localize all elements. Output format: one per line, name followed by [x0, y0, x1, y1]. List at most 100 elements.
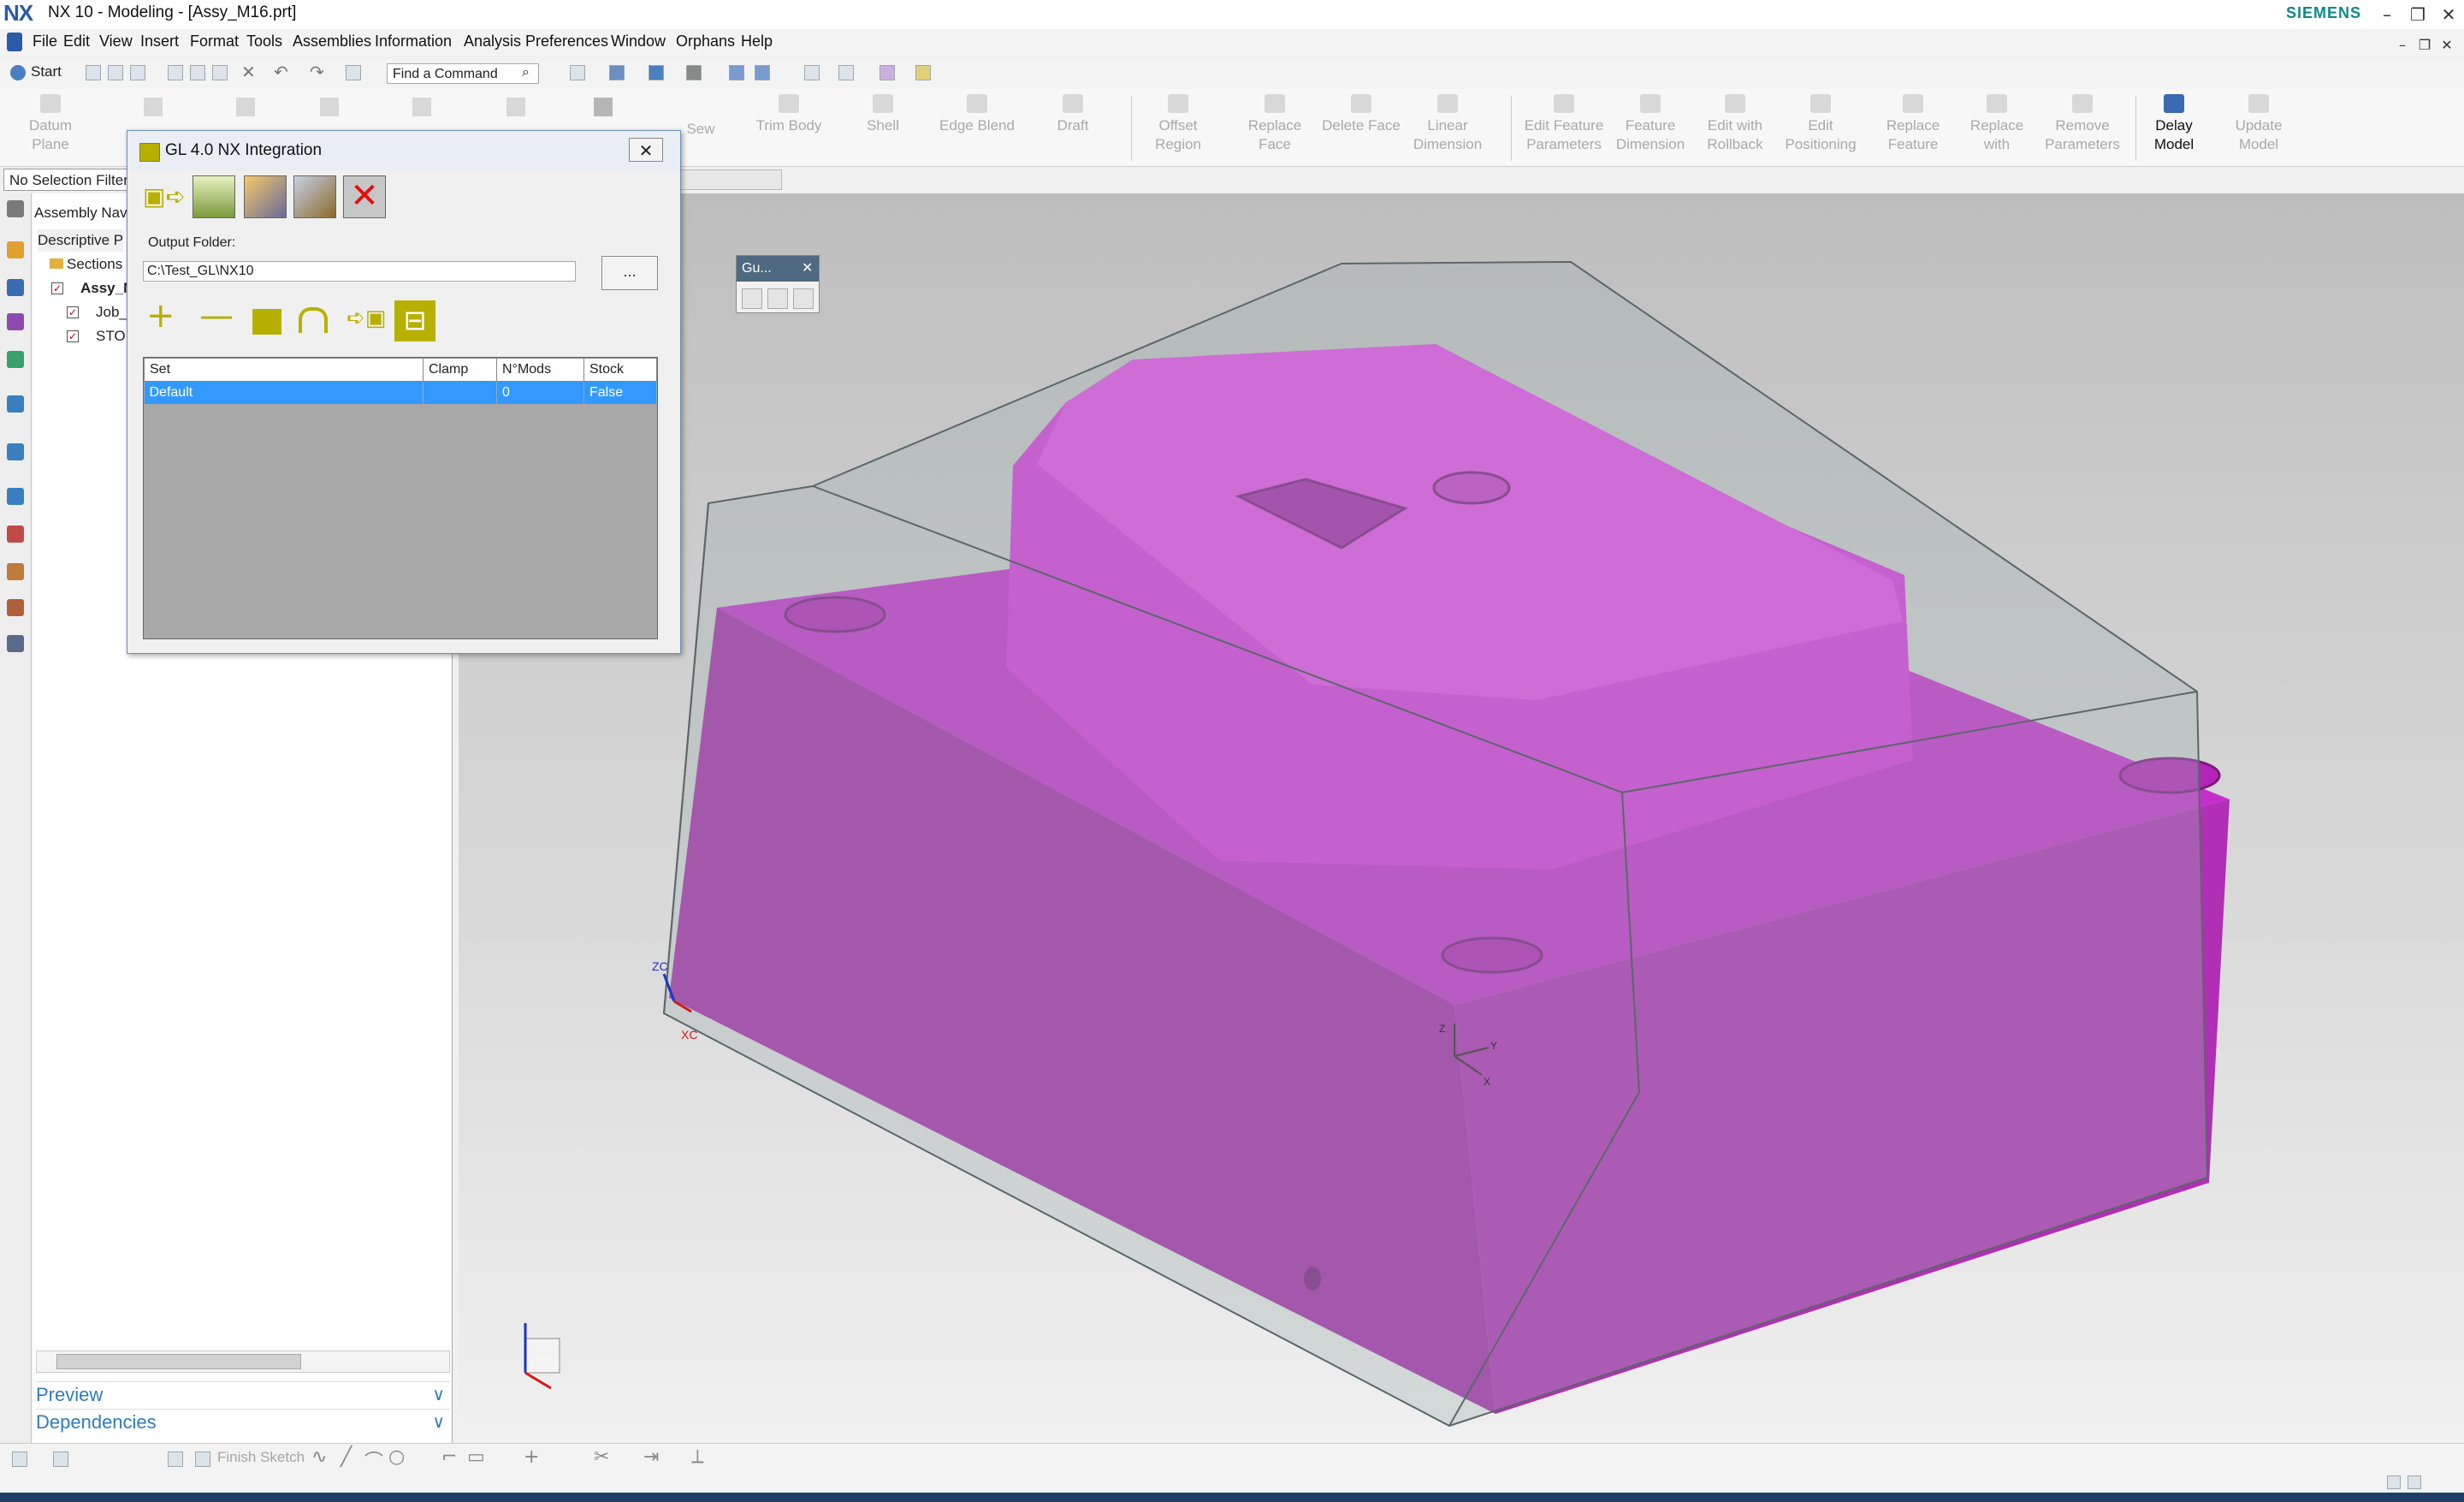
column-set[interactable]: Set — [144, 358, 424, 382]
tools-icon[interactable] — [244, 175, 287, 218]
background-icon[interactable] — [686, 65, 702, 80]
web-browser-icon[interactable] — [7, 395, 24, 413]
column-clamp[interactable]: Clamp — [423, 358, 497, 382]
layer-icon[interactable] — [915, 65, 931, 80]
database-icon[interactable] — [192, 175, 235, 218]
restore-button[interactable]: ❐ — [2402, 2, 2433, 27]
snap-point-icon[interactable] — [804, 65, 820, 80]
menu-orphans[interactable]: Orphans — [676, 33, 735, 50]
draft-button[interactable]: Draft — [1049, 92, 1097, 135]
render-style-icon[interactable] — [609, 65, 625, 80]
sew-button[interactable]: Sew — [681, 120, 720, 139]
menu-assemblies[interactable]: Assemblies — [293, 33, 371, 50]
preview-section[interactable]: Preview ∨ — [36, 1381, 450, 1408]
circle-icon[interactable]: ○ — [388, 1446, 405, 1468]
make-corner-icon[interactable]: ⟂ — [691, 1446, 704, 1468]
find-command-input[interactable]: Find a Command — [387, 63, 539, 84]
selection-filter-dropdown[interactable]: No Selection Filter — [3, 169, 130, 191]
doc-close-button[interactable]: ✕ — [2431, 33, 2462, 58]
start-button[interactable]: Start — [31, 63, 62, 80]
replace-with-button[interactable]: Replace with — [1963, 92, 2031, 154]
status-icon[interactable] — [2387, 1475, 2401, 1489]
part-navigator-icon[interactable] — [7, 313, 24, 330]
edit-positioning-button[interactable]: Edit Positioning — [1780, 92, 1862, 154]
rectangle-icon[interactable]: ▭ — [467, 1446, 485, 1468]
sketch-icon[interactable] — [12, 1452, 27, 1467]
browse-button[interactable]: ... — [601, 256, 658, 290]
search-icon[interactable]: ⌕ — [522, 63, 530, 80]
remove-parameters-button[interactable]: Remove Parameters — [2040, 92, 2125, 154]
menu-analysis[interactable]: Analysis — [464, 33, 521, 50]
cell-set[interactable]: Default — [144, 381, 424, 404]
edit-with-rollback-button[interactable]: Edit with Rollback — [1697, 92, 1773, 154]
navigator-row-job[interactable]: Job_ — [96, 301, 127, 324]
menu-insert[interactable]: Insert — [140, 33, 179, 50]
wcs-icon[interactable] — [880, 65, 895, 80]
checkbox-icon[interactable]: ✓ — [67, 330, 79, 342]
subtract-icon[interactable] — [412, 98, 431, 116]
show-hide-icon[interactable] — [755, 65, 770, 80]
finish-sketch-button[interactable]: Finish Sketch — [217, 1449, 305, 1466]
menu-information[interactable]: Information — [375, 33, 452, 50]
view-triad-cube[interactable] — [524, 1338, 560, 1374]
clock-icon[interactable] — [7, 488, 24, 505]
system-materials-icon[interactable] — [7, 525, 24, 543]
dependencies-section[interactable]: Dependencies ∨ — [36, 1409, 450, 1435]
stock-body[interactable] — [662, 260, 2209, 1428]
cell-mods[interactable]: 0 — [496, 381, 584, 404]
menu-view[interactable]: View — [99, 33, 133, 50]
delete-face-button[interactable]: Delete Face — [1321, 92, 1401, 135]
menu-tools[interactable]: Tools — [246, 33, 282, 50]
profile-icon[interactable]: ∿ — [311, 1446, 327, 1468]
copy-icon[interactable] — [190, 65, 205, 80]
datum-plane-button[interactable]: Datum Plane — [21, 92, 80, 154]
hole-icon[interactable] — [236, 98, 255, 116]
line-icon[interactable]: ╱ — [341, 1446, 352, 1468]
shell-button[interactable]: Shell — [859, 92, 907, 135]
paste-icon[interactable] — [212, 65, 228, 80]
menu-window[interactable]: Window — [611, 33, 666, 50]
guide-icon[interactable] — [793, 288, 814, 309]
process-studio-icon[interactable] — [7, 563, 24, 580]
history-icon[interactable] — [7, 443, 24, 460]
graphics-window[interactable]: ZC XC Z Y X — [459, 193, 2464, 1443]
delay-model-button[interactable]: Delay Model — [2144, 92, 2204, 154]
reuse-library-icon[interactable] — [7, 351, 24, 368]
assembly-navigator-icon[interactable] — [7, 241, 24, 258]
edit-feature-parameters-button[interactable]: Edit Feature Parameters — [1521, 92, 1607, 154]
settings-icon[interactable] — [7, 200, 24, 217]
column-stock[interactable]: Stock — [583, 358, 657, 382]
quick-trim-icon[interactable]: ✂ — [594, 1446, 609, 1468]
shaded-view-icon[interactable] — [649, 65, 664, 80]
extrude-icon[interactable] — [144, 98, 163, 116]
delete-icon[interactable]: ✕ — [241, 62, 256, 82]
dialog-close-button[interactable]: ✕ — [629, 138, 663, 162]
navigator-column-header[interactable]: Descriptive P — [38, 229, 123, 252]
sketch-icon[interactable] — [594, 98, 613, 116]
table-row[interactable]: Default 0 False — [144, 381, 657, 404]
menu-preferences[interactable]: Preferences — [525, 33, 608, 50]
selection-intent-icon[interactable] — [729, 65, 744, 80]
export-arrow-icon[interactable]: ▣➪ — [143, 175, 186, 218]
cell-stock[interactable]: False — [583, 381, 657, 404]
minimize-button[interactable]: – — [2372, 2, 2402, 27]
navigator-row-sections[interactable]: Sections — [67, 253, 122, 276]
replace-feature-button[interactable]: Replace Feature — [1879, 92, 1947, 154]
add-set-icon[interactable]: + — [146, 299, 175, 333]
repeat-command-icon[interactable] — [346, 65, 361, 80]
snap-end-icon[interactable] — [838, 65, 854, 80]
edge-blend-button[interactable]: Edge Blend — [936, 92, 1018, 135]
export-small-icon[interactable]: ➪▣ — [346, 306, 386, 331]
new-icon[interactable] — [86, 65, 101, 80]
finish-sketch-icon[interactable] — [195, 1452, 210, 1467]
constraint-navigator-icon[interactable] — [7, 279, 24, 296]
undo-icon[interactable]: ↶ — [274, 62, 288, 82]
close-icon[interactable]: ✕ — [802, 259, 813, 276]
remove-set-icon[interactable]: — — [199, 299, 234, 333]
status-icon[interactable] — [2408, 1475, 2421, 1489]
point-icon[interactable]: + — [524, 1446, 539, 1468]
close-window-button[interactable]: ✕ — [2433, 2, 2464, 27]
save-icon[interactable] — [130, 65, 145, 80]
export-selected-icon[interactable]: ⊟ — [394, 300, 435, 341]
navigator-row-stock[interactable]: STO — [96, 325, 126, 347]
